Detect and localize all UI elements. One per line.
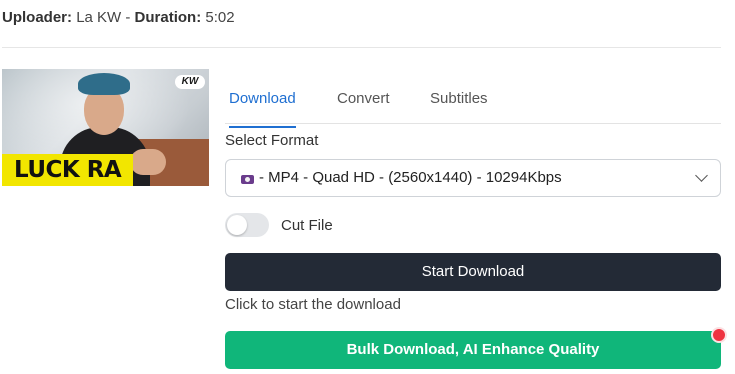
start-download-hint: Click to start the download <box>225 296 401 313</box>
format-select[interactable]: - MP4 - Quad HD - (2560x1440) - 10294Kbp… <box>225 159 721 197</box>
video-thumbnail: KW LUCK RA <box>2 69 209 186</box>
bulk-download-button[interactable]: Bulk Download, AI Enhance Quality <box>225 331 721 369</box>
duration-value: 5:02 <box>205 9 235 26</box>
uploader-label: Uploader: <box>2 9 73 26</box>
chevron-down-icon <box>695 169 708 182</box>
video-file-icon <box>241 175 254 184</box>
divider <box>2 47 721 48</box>
notification-dot <box>711 327 727 343</box>
format-select-value: - MP4 - Quad HD - (2560x1440) - 10294Kbp… <box>259 169 562 186</box>
toggle-knob <box>227 215 247 235</box>
thumbnail-person-hair <box>78 73 130 95</box>
tab-download[interactable]: Download <box>229 82 296 128</box>
duration-label: Duration: <box>134 9 202 26</box>
tab-subtitles[interactable]: Subtitles <box>430 82 488 126</box>
channel-logo: KW <box>175 75 205 89</box>
thumbnail-banner: LUCK RA <box>2 154 133 186</box>
meta-separator: - <box>125 9 131 26</box>
uploader-value: La KW <box>76 9 122 26</box>
select-format-label: Select Format <box>225 132 319 149</box>
tab-bar: Download Convert Subtitles <box>225 82 721 128</box>
start-download-button[interactable]: Start Download <box>225 253 721 291</box>
cut-file-toggle[interactable] <box>225 213 269 237</box>
cut-file-label: Cut File <box>281 217 333 234</box>
tab-convert[interactable]: Convert <box>337 82 390 126</box>
thumbnail-person-arm <box>130 149 166 175</box>
video-meta: Uploader: La KW - Duration: 5:02 <box>2 9 235 26</box>
